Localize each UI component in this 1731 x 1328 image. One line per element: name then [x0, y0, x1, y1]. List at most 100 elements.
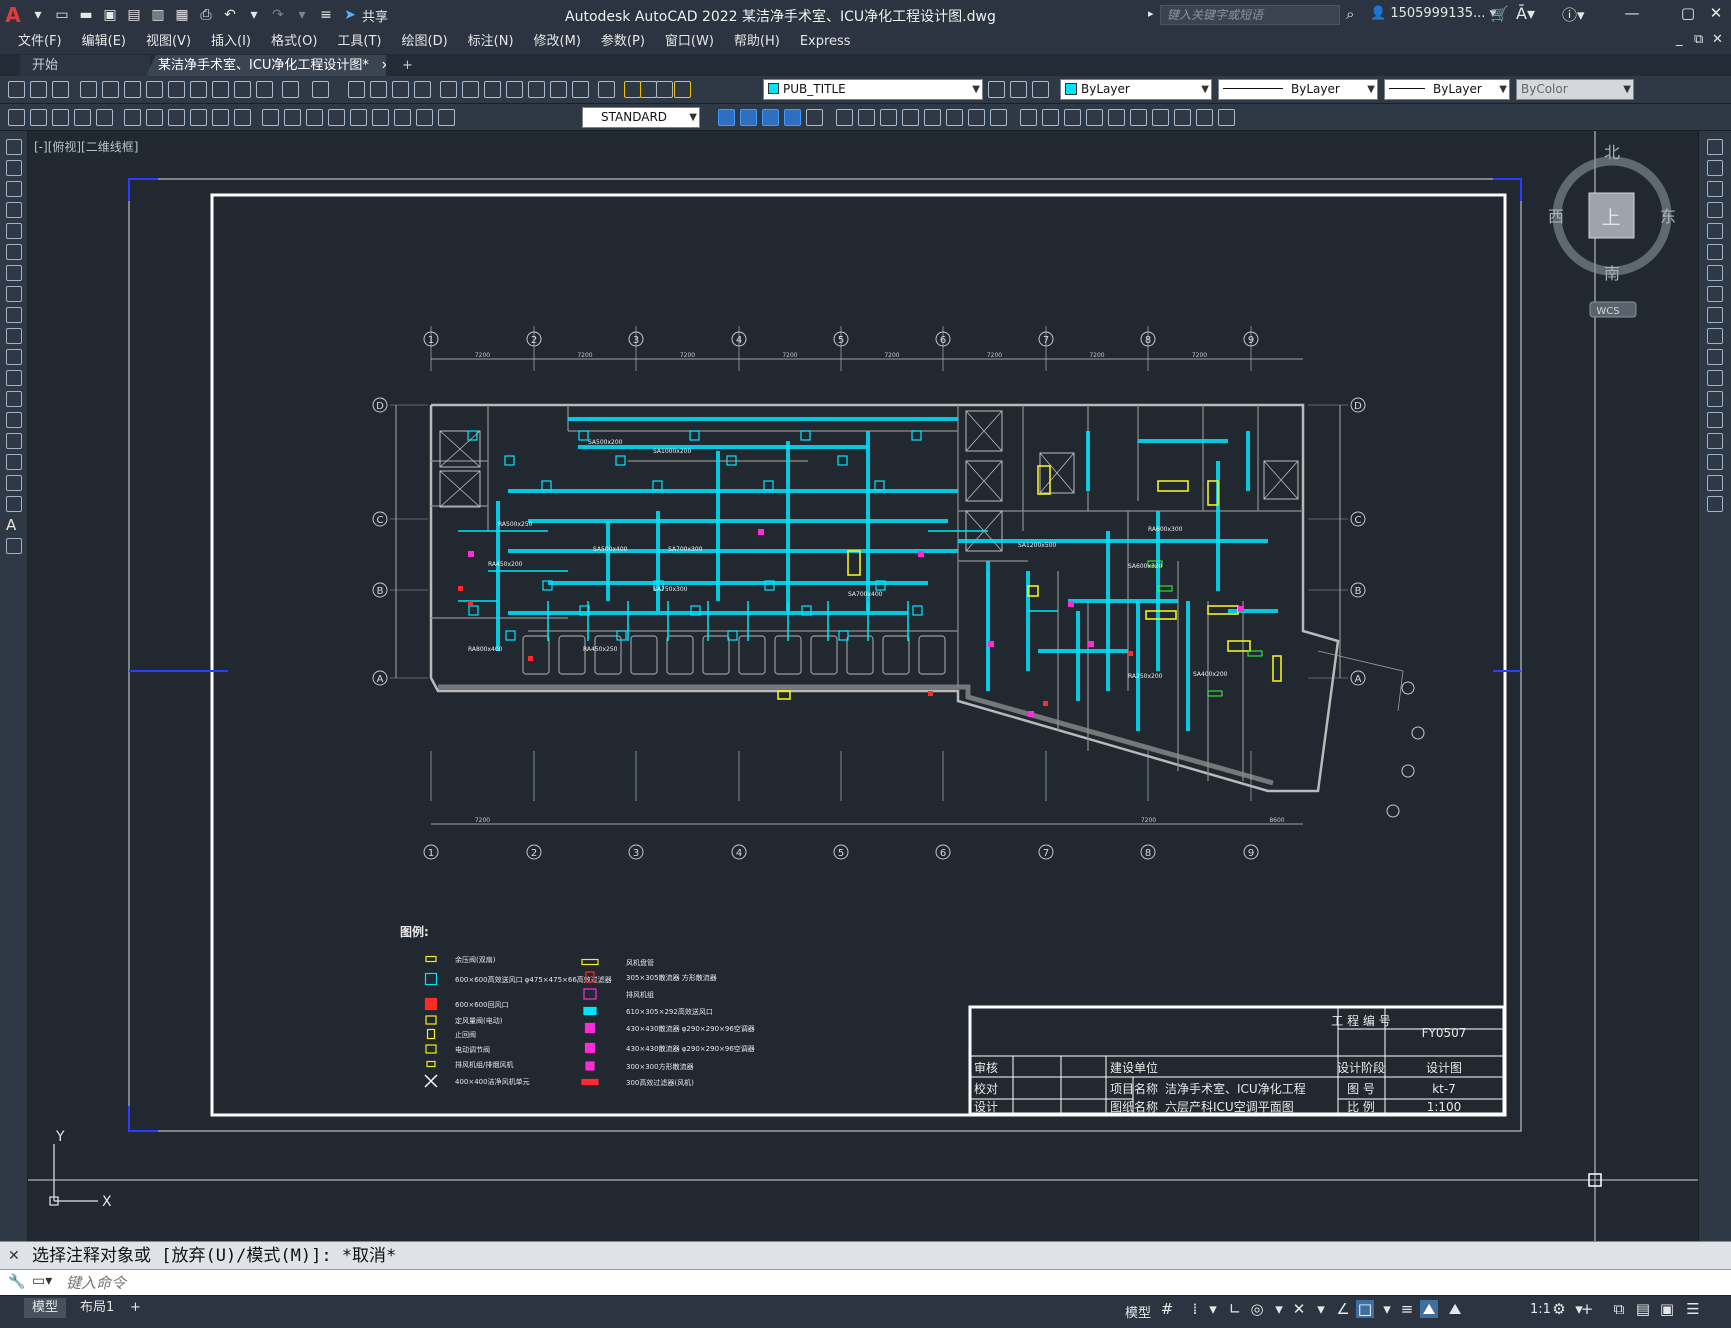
ellipse-arc-icon[interactable]: [6, 349, 22, 365]
plot-icon[interactable]: [80, 81, 97, 98]
annotation-monitor-icon[interactable]: +: [1578, 1300, 1596, 1318]
polar-icon[interactable]: ◎: [1248, 1300, 1266, 1318]
viewcube-south[interactable]: 南: [1604, 264, 1620, 283]
ellipse-icon[interactable]: [6, 328, 22, 344]
tab-model[interactable]: 模型: [24, 1298, 67, 1318]
quick-calc-icon[interactable]: [550, 81, 567, 98]
spline-icon[interactable]: [6, 307, 22, 323]
undo-icon[interactable]: [282, 81, 299, 98]
help-icon[interactable]: ⓘ▾: [1562, 4, 1585, 25]
trim-icon[interactable]: [924, 109, 941, 126]
open-icon[interactable]: [30, 81, 47, 98]
restore-icon[interactable]: ▢: [1676, 4, 1700, 26]
pan-icon[interactable]: [348, 81, 365, 98]
dim-update-icon[interactable]: [438, 109, 455, 126]
drawing-canvas[interactable]: 1 1 2 2 3 3 4 4 5 5 6 6 7 7 8 8 9 9 7200 7200 7200 7200 7200 72…: [28, 131, 1698, 1241]
search-expand-icon[interactable]: ▸: [1148, 7, 1154, 20]
extend-icon[interactable]: [946, 109, 963, 126]
dim-text-edit-icon[interactable]: [416, 109, 433, 126]
menu-parametric[interactable]: 参数(P): [591, 30, 655, 54]
saveas-icon[interactable]: ▤: [124, 5, 144, 25]
copy-icon[interactable]: [1707, 160, 1723, 176]
cut-icon[interactable]: [168, 81, 185, 98]
inspect-icon[interactable]: [350, 109, 367, 126]
dim-edit-icon[interactable]: [394, 109, 411, 126]
polyline-icon[interactable]: [6, 181, 22, 197]
open-icon[interactable]: ▬: [76, 5, 96, 25]
stretch-icon[interactable]: [902, 109, 919, 126]
join-icon[interactable]: [1707, 412, 1723, 428]
save-icon[interactable]: ▣: [100, 5, 120, 25]
doc-close-icon[interactable]: ✕: [1712, 32, 1723, 47]
add-layout-button[interactable]: +: [122, 1298, 149, 1318]
command-close-icon[interactable]: ✕: [8, 1248, 20, 1264]
autodesk-a360-icon[interactable]: Ā▾: [1516, 4, 1535, 23]
mirror-icon[interactable]: [1707, 181, 1723, 197]
osnap-dropdown-icon[interactable]: ▾: [1378, 1300, 1396, 1318]
quick-dim-icon[interactable]: [190, 109, 207, 126]
tab-drawing[interactable]: 某洁净手术室、ICU净化工程设计图* ✕: [146, 55, 386, 76]
move-icon[interactable]: [1707, 244, 1723, 260]
hatch-icon[interactable]: [1196, 109, 1213, 126]
menu-draw[interactable]: 绘图(D): [392, 30, 458, 54]
break-icon[interactable]: [1707, 391, 1723, 407]
hardware-accel-icon[interactable]: ▤: [1634, 1300, 1652, 1318]
share-icon[interactable]: ➤: [340, 5, 360, 25]
user-account[interactable]: 👤 1505999135... ▾: [1370, 6, 1496, 21]
dim-aligned-icon[interactable]: [30, 109, 47, 126]
tool-palettes-icon[interactable]: [484, 81, 501, 98]
layer-properties-icon[interactable]: [598, 81, 615, 98]
dim-space-icon[interactable]: [262, 109, 279, 126]
properties-icon[interactable]: [440, 81, 457, 98]
publish-icon[interactable]: ▥: [148, 5, 168, 25]
clean-screen-icon[interactable]: ▣: [1658, 1300, 1676, 1318]
tab-start[interactable]: 开始: [20, 55, 150, 76]
cart-icon[interactable]: 🛒: [1490, 5, 1509, 23]
arc-icon[interactable]: [6, 244, 22, 260]
doc-restore-icon[interactable]: ⧉: [1694, 32, 1703, 47]
scale-icon[interactable]: [880, 109, 897, 126]
snap-icon[interactable]: ⁞: [1186, 1300, 1204, 1318]
freeze-icon[interactable]: [656, 81, 673, 98]
object-snap-tracking-icon[interactable]: ∠: [1334, 1300, 1352, 1318]
publish-icon[interactable]: [124, 81, 141, 98]
plot-preview-icon[interactable]: [102, 81, 119, 98]
join-icon[interactable]: [990, 109, 1007, 126]
copy-obj-icon[interactable]: [740, 109, 757, 126]
snap-dropdown-icon[interactable]: ▾: [1204, 1300, 1222, 1318]
break-icon[interactable]: [968, 109, 985, 126]
dim-ordinate-icon[interactable]: [74, 109, 91, 126]
grid-icon[interactable]: #: [1158, 1300, 1176, 1318]
sheet-set-icon[interactable]: [506, 81, 523, 98]
gradient-icon[interactable]: [1218, 109, 1235, 126]
print-icon[interactable]: ⎙: [196, 5, 216, 25]
new-icon[interactable]: [8, 81, 25, 98]
menu-tools[interactable]: 工具(T): [327, 30, 391, 54]
match-properties-icon[interactable]: [234, 81, 251, 98]
undo-icon[interactable]: ↶: [220, 5, 240, 25]
command-input[interactable]: [66, 1272, 1696, 1294]
line-icon[interactable]: [6, 139, 22, 155]
redo-icon[interactable]: [312, 81, 329, 98]
viewcube-north[interactable]: 北: [1604, 143, 1620, 162]
rotate-icon[interactable]: [1707, 265, 1723, 281]
gradient-icon[interactable]: [6, 454, 22, 470]
table-icon[interactable]: [6, 496, 22, 512]
chamfer-icon[interactable]: [1707, 433, 1723, 449]
make-block-icon[interactable]: [1174, 109, 1191, 126]
isolate-icon[interactable]: ⧉: [1610, 1300, 1628, 1318]
sun-icon[interactable]: [640, 81, 657, 98]
app-menu-chevron-icon[interactable]: ▾: [28, 5, 48, 25]
auto-scale-icon[interactable]: ⛰: [1446, 1300, 1464, 1318]
menu-express[interactable]: Express: [790, 30, 861, 54]
color-combo[interactable]: ByLayer ▼: [1060, 79, 1212, 100]
dimstyle-icon[interactable]: [718, 109, 735, 126]
make-current-icon[interactable]: [1032, 81, 1049, 98]
group-icon[interactable]: [1108, 109, 1125, 126]
isodraft-icon[interactable]: ✕: [1290, 1300, 1308, 1318]
lineweight-combo[interactable]: ByLayer ▼: [1384, 79, 1510, 100]
annotation-visibility-icon[interactable]: ⛰: [1420, 1300, 1438, 1318]
object-snap-icon[interactable]: □: [1356, 1300, 1374, 1318]
help-icon[interactable]: [572, 81, 589, 98]
insert-block-icon[interactable]: [1152, 109, 1169, 126]
